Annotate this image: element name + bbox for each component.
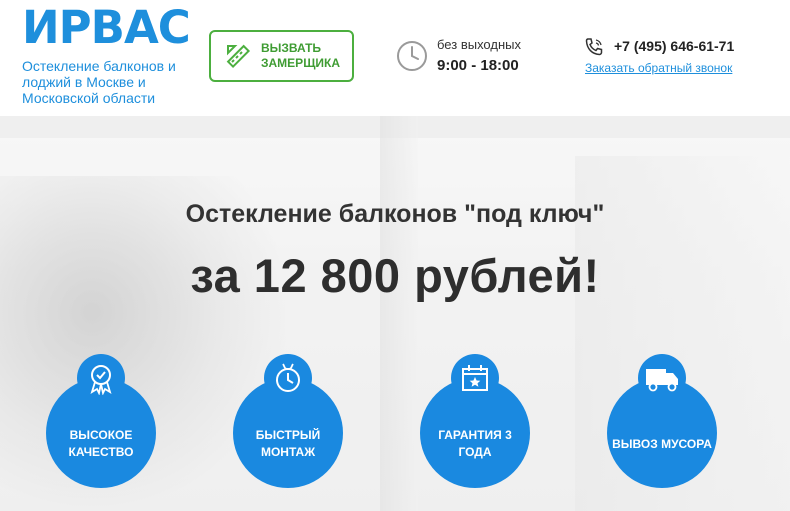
call-measurer-button[interactable]: ВЫЗВАТЬ ЗАМЕРЩИКА xyxy=(209,30,354,82)
calendar-icon xyxy=(451,354,499,402)
feature-warranty: ГАРАНТИЯ 3 ГОДА xyxy=(420,354,530,488)
feature-label: ВЫВОЗ МУСОРА xyxy=(612,436,712,451)
call-measurer-label: ВЫЗВАТЬ ЗАМЕРЩИКА xyxy=(261,41,341,70)
feature-quality: ВЫСОКОЕ КАЧЕСТВО xyxy=(46,354,156,488)
hero-headline: Остекление балконов "под ключ" xyxy=(185,200,605,228)
hero-price: за 12 800 рублей! xyxy=(190,249,600,302)
phone-number[interactable]: +7 (495) 646-61-71 xyxy=(614,38,734,54)
clock-icon xyxy=(397,41,427,71)
site-header: ИРВАС Остекление балконов и лоджий в Мос… xyxy=(0,0,790,116)
stopwatch-icon xyxy=(264,354,312,402)
feature-label: БЫСТРЫЙ МОНТАЖ xyxy=(255,428,321,459)
feature-label: ВЫСОКОЕ КАЧЕСТВО xyxy=(68,428,134,459)
quality-badge-icon xyxy=(77,354,125,402)
feature-label: ГАРАНТИЯ 3 ГОДА xyxy=(438,428,512,459)
hero-section: Остекление балконов "под ключ" за 12 800… xyxy=(0,116,790,511)
hours-label: без выходных xyxy=(437,37,521,52)
tagline: Остекление балконов и лоджий в Москве и … xyxy=(22,58,176,106)
callback-link[interactable]: Заказать обратный звонок xyxy=(585,61,732,75)
hours-value: 9:00 - 18:00 xyxy=(437,57,519,74)
truck-icon xyxy=(638,354,686,402)
feature-garbage-removal: ВЫВОЗ МУСОРА xyxy=(607,354,717,488)
feature-fast-install: БЫСТРЫЙ МОНТАЖ xyxy=(233,354,343,488)
phone-icon xyxy=(585,38,603,56)
logo[interactable]: ИРВАС xyxy=(22,4,191,52)
ruler-pencil-icon xyxy=(226,44,251,69)
